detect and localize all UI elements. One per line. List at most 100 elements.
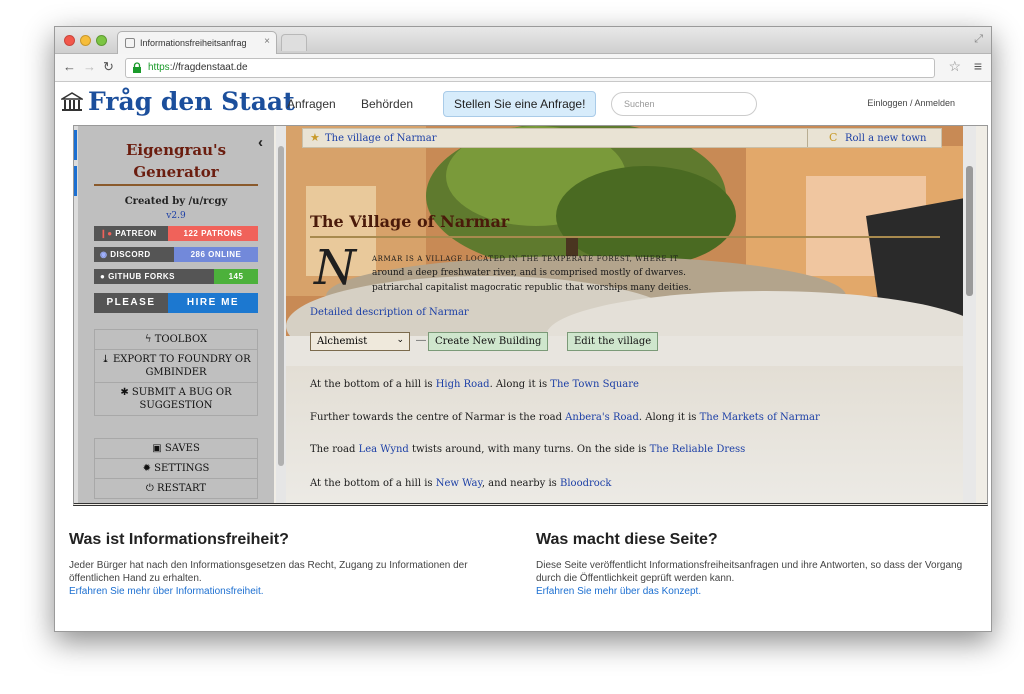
tab-close-icon[interactable]: × <box>264 36 270 47</box>
info-left-link[interactable]: Erfahren Sie mehr über Informationsfreih… <box>69 585 499 598</box>
road-link[interactable]: High Road <box>436 379 490 390</box>
intro-line: patriarchal capitalist magocratic republ… <box>372 283 692 293</box>
nav-anfragen[interactable]: Anfragen <box>287 97 336 111</box>
github-icon: ● <box>100 272 106 281</box>
url-scheme: https <box>148 62 170 73</box>
github-badge-label: ● GITHUB FORKS <box>94 269 214 284</box>
roll-new-town-button[interactable]: Roll a new town <box>845 133 926 144</box>
road-link[interactable]: New Way <box>436 478 482 489</box>
patreon-badge[interactable]: ❙● PATREON 122 PATRONS <box>94 226 258 241</box>
rail-mark <box>74 130 77 160</box>
bar-divider <box>807 129 808 147</box>
detailed-description-link[interactable]: Detailed description of Narmar <box>310 307 469 318</box>
power-icon: ⏻ <box>145 483 154 494</box>
info-left: Was ist Informationsfreiheit? Jeder Bürg… <box>69 531 499 598</box>
info-right-text: Diese Seite veröffentlicht Informationsf… <box>536 560 963 584</box>
export-button[interactable]: ⤓ EXPORT TO FOUNDRY OR GMBINDER <box>95 350 257 383</box>
github-label: GITHUB FORKS <box>108 272 175 281</box>
road-text: At the bottom of a hill is <box>310 379 436 390</box>
minimize-window-button[interactable] <box>80 35 91 46</box>
lock-icon <box>133 62 141 73</box>
submit-bug-button[interactable]: ✱ SUBMIT A BUG OR SUGGESTION <box>95 383 257 415</box>
reload-icon[interactable]: ↻ <box>103 59 114 75</box>
browser-tab[interactable]: Informationsfreiheitsanfrag × <box>117 31 277 54</box>
create-building-button[interactable]: Create New Building <box>428 332 549 351</box>
road-link[interactable]: Lea Wynd <box>359 444 409 455</box>
back-icon[interactable]: ← <box>63 59 76 74</box>
hire-left: PLEASE <box>94 293 168 313</box>
village-bar: ★ The village of Narmar C Roll a new tow… <box>302 128 942 148</box>
bug-icon: ✱ <box>120 387 129 398</box>
info-right-link[interactable]: Erfahren Sie mehr über das Konzept. <box>536 585 966 598</box>
village-heading: The Village of Narmar <box>310 212 510 231</box>
created-by-text[interactable]: Created by /u/rcgy <box>94 196 258 207</box>
discord-badge[interactable]: ◉ DISCORD 286 ONLINE <box>94 247 258 262</box>
village-name-link[interactable]: The village of Narmar <box>325 133 437 144</box>
sidebar-scrollbar[interactable] <box>276 126 286 503</box>
building-link[interactable]: The Markets of Narmar <box>700 412 820 423</box>
generator-sidebar: ‹ Eigengrau's Generator Created by /u/rc… <box>78 126 274 503</box>
road-entry: At the bottom of a hill is High Road. Al… <box>310 379 639 390</box>
browser-window: Informationsfreiheitsanfrag × ⤢ ← → ↻ ht… <box>54 26 992 632</box>
saves-label: SAVES <box>164 443 200 454</box>
building-link[interactable]: Bloodrock <box>560 478 611 489</box>
fullscreen-icon[interactable]: ⤢ <box>974 33 983 46</box>
bookmark-star-icon[interactable]: ☆ <box>948 58 961 75</box>
collapse-sidebar-icon[interactable]: ‹ <box>258 134 263 151</box>
settings-label: SETTINGS <box>154 463 210 474</box>
toolbox-label: TOOLBOX <box>154 334 208 345</box>
building-type-select[interactable]: Alchemist ⌄ <box>310 332 410 351</box>
discord-badge-label: ◉ DISCORD <box>94 247 174 262</box>
building-link[interactable]: The Reliable Dress <box>650 444 746 455</box>
github-count: 145 <box>214 269 258 284</box>
export-label: EXPORT TO FOUNDRY OR GMBINDER <box>112 354 251 378</box>
title-divider <box>94 184 258 186</box>
login-link[interactable]: Einloggen / Anmelden <box>867 98 955 108</box>
close-window-button[interactable] <box>64 35 75 46</box>
rail-mark <box>74 166 77 196</box>
logo-text: Fråg den Staat <box>88 87 295 116</box>
site-search-input[interactable]: Suchen <box>611 92 757 116</box>
patreon-label: PATREON <box>115 229 157 238</box>
save-icon: ▣ <box>152 443 162 454</box>
main-scrollbar[interactable] <box>963 126 976 503</box>
main-scroll-thumb[interactable] <box>966 166 973 296</box>
sidebar-scroll-thumb[interactable] <box>278 146 284 466</box>
heading-divider <box>310 236 940 238</box>
new-tab-button[interactable] <box>281 34 307 51</box>
building-type-value: Alchemist <box>317 336 368 347</box>
restart-button[interactable]: ⏻ RESTART <box>95 479 257 498</box>
address-bar[interactable]: https://fragdenstaat.de <box>125 58 935 78</box>
discord-count: 286 ONLINE <box>174 247 258 262</box>
forward-icon[interactable]: → <box>83 59 96 74</box>
browser-menu-icon[interactable]: ≡ <box>974 58 982 74</box>
site-logo[interactable]: Fråg den Staat <box>61 87 295 116</box>
road-entry: At the bottom of a hill is New Way, and … <box>310 478 611 489</box>
gear-icon: ✹ <box>142 463 151 474</box>
info-left-heading: Was ist Informationsfreiheit? <box>69 531 289 548</box>
bug-label: SUBMIT A BUG OR SUGGESTION <box>131 387 232 411</box>
road-text: . Along it is <box>489 379 551 390</box>
road-link[interactable]: Anbera's Road <box>565 412 639 423</box>
version-link[interactable]: v2.9 <box>94 211 258 221</box>
discord-label: DISCORD <box>110 250 151 259</box>
road-text: , and nearby is <box>481 478 560 489</box>
maximize-window-button[interactable] <box>96 35 107 46</box>
hire-me-badge[interactable]: PLEASE HIRE ME <box>94 293 258 313</box>
github-badge[interactable]: ● GITHUB FORKS 145 <box>94 269 258 284</box>
saves-button[interactable]: ▣ SAVES <box>95 439 257 459</box>
settings-button[interactable]: ✹ SETTINGS <box>95 459 257 479</box>
nav-behoerden[interactable]: Behörden <box>361 97 413 111</box>
make-request-button[interactable]: Stellen Sie eine Anfrage! <box>443 91 597 117</box>
browser-toolbar: ← → ↻ https://fragdenstaat.de ☆ ≡ <box>55 54 991 82</box>
building-link[interactable]: The Town Square <box>550 379 639 390</box>
discord-icon: ◉ <box>100 250 108 259</box>
edit-village-button[interactable]: Edit the village <box>567 332 659 351</box>
tools-menu: ϟ TOOLBOX ⤓ EXPORT TO FOUNDRY OR GMBINDE… <box>94 329 258 416</box>
drop-cap: N <box>314 240 356 296</box>
star-icon[interactable]: ★ <box>310 131 320 144</box>
toolbox-button[interactable]: ϟ TOOLBOX <box>95 330 257 350</box>
restart-label: RESTART <box>157 483 207 494</box>
patreon-count: 122 PATRONS <box>168 226 258 241</box>
road-text: The road <box>310 444 359 455</box>
